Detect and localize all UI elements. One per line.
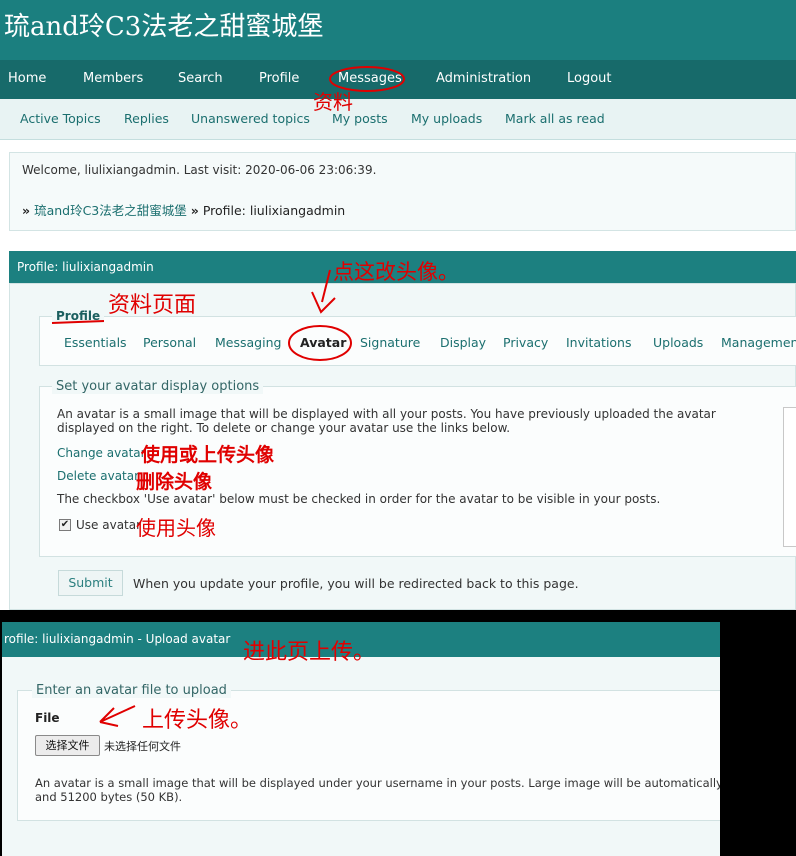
subnav-unanswered-topics[interactable]: Unanswered topics — [191, 111, 310, 126]
submit-note: When you update your profile, you will b… — [133, 576, 579, 591]
tab-signature[interactable]: Signature — [360, 335, 420, 350]
upload-legend: Enter an avatar file to upload — [32, 683, 231, 698]
nav-messages[interactable]: Messages — [338, 71, 402, 86]
tab-display[interactable]: Display — [440, 335, 486, 350]
upload-desc-line-2: and 51200 bytes (50 KB). — [35, 790, 183, 804]
use-avatar-checkbox[interactable]: ✔ — [59, 519, 71, 531]
change-avatar-link[interactable]: Change avatar — [57, 446, 146, 460]
no-file-chosen: 未选择任何文件 — [104, 740, 181, 753]
welcome-message: Welcome, liulixiangadmin. Last visit: 20… — [22, 163, 376, 177]
annotation-upload-avatar: 上传头像。 — [142, 708, 253, 733]
annotation-change-upload: 使用或上传头像 — [141, 444, 275, 466]
tab-essentials[interactable]: Essentials — [64, 335, 127, 350]
nav-members[interactable]: Members — [83, 71, 143, 86]
subnav-replies[interactable]: Replies — [124, 111, 169, 126]
nav-home[interactable]: Home — [8, 71, 46, 86]
submit-button[interactable]: Submit — [58, 570, 123, 596]
site-title[interactable]: 琉and玲C3法老之甜蜜城堡 — [4, 6, 323, 43]
annotation-delete: 删除头像 — [136, 471, 213, 493]
tab-uploads[interactable]: Uploads — [653, 335, 703, 350]
use-avatar-note: The checkbox 'Use avatar' below must be … — [57, 492, 661, 506]
current-avatar-image — [783, 407, 796, 547]
subnav-my-uploads[interactable]: My uploads — [411, 111, 482, 126]
last-visit-label: . Last visit: — [176, 163, 246, 177]
annotation-messages: 资料 — [313, 90, 353, 114]
annotation-click-avatar: 点这改头像。 — [333, 260, 459, 284]
welcome-suffix: . — [372, 163, 377, 177]
tab-invitations[interactable]: Invitations — [566, 335, 632, 350]
breadcrumb-current: Profile: liulixiangadmin — [202, 203, 346, 218]
avatar-description: An avatar is a small image that will be … — [57, 407, 716, 435]
use-avatar-label[interactable]: Use avatar — [76, 518, 141, 532]
nav-search[interactable]: Search — [178, 71, 223, 86]
welcome-prefix: Welcome, — [22, 163, 85, 177]
upload-desc-line-1: An avatar is a small image that will be … — [35, 776, 720, 790]
breadcrumb: » 琉and玲C3法老之甜蜜城堡 » Profile: liulixiangad… — [22, 200, 345, 219]
upload-panel-title: rofile: liulixiangadmin - Upload avatar — [4, 632, 231, 646]
nav-profile[interactable]: Profile — [259, 71, 299, 86]
breadcrumb-separator: » — [22, 203, 31, 218]
tab-avatar[interactable]: Avatar — [300, 335, 346, 350]
profile-menu-legend: Profile — [52, 309, 105, 323]
annotation-profile-page: 资料页面 — [108, 293, 197, 318]
subnav-mark-all-read[interactable]: Mark all as read — [505, 111, 605, 126]
subnav-active-topics[interactable]: Active Topics — [20, 111, 101, 126]
choose-file-button[interactable]: 选择文件 — [35, 735, 100, 756]
profile-panel-title: Profile: liulixiangadmin — [17, 260, 154, 274]
nav-logout[interactable]: Logout — [567, 71, 612, 86]
tab-personal[interactable]: Personal — [143, 335, 196, 350]
tab-messaging[interactable]: Messaging — [215, 335, 281, 350]
file-label: File — [35, 711, 60, 725]
tab-privacy[interactable]: Privacy — [503, 335, 548, 350]
avatar-options-legend: Set your avatar display options — [52, 379, 264, 394]
annotation-use: 使用头像 — [136, 516, 216, 540]
delete-avatar-link[interactable]: Delete avatar — [57, 469, 139, 483]
upload-description: An avatar is a small image that will be … — [35, 776, 720, 804]
welcome-username: liulixiangadmin — [84, 163, 177, 177]
breadcrumb-separator-2: » — [190, 203, 199, 218]
annotation-upload-page: 进此页上传。 — [243, 640, 376, 665]
tab-management[interactable]: Managemen — [721, 335, 796, 350]
nav-administration[interactable]: Administration — [436, 71, 531, 86]
breadcrumb-home[interactable]: 琉and玲C3法老之甜蜜城堡 — [34, 203, 187, 218]
sub-nav — [0, 99, 796, 140]
last-visit-time: 2020-06-06 23:06:39 — [245, 163, 373, 177]
